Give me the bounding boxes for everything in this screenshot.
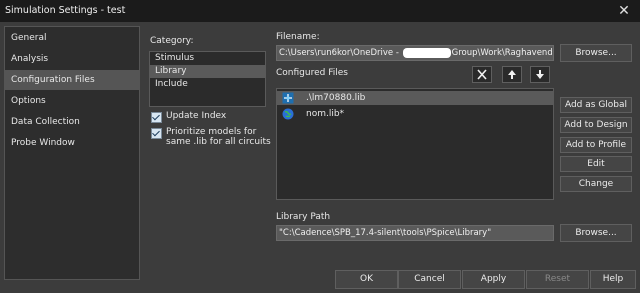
- edit-button[interactable]: Edit: [560, 156, 632, 172]
- list-item[interactable]: .\lm70880.lib: [277, 91, 553, 105]
- file-name: nom.lib*: [306, 109, 345, 119]
- delete-button[interactable]: [472, 66, 492, 83]
- update-index-checkbox[interactable]: [151, 112, 162, 123]
- nav-item-probe-window[interactable]: Probe Window: [5, 133, 139, 153]
- category-label: Category:: [150, 36, 194, 46]
- filename-label: Filename:: [276, 32, 320, 42]
- move-up-button[interactable]: [502, 66, 522, 83]
- local-lib-icon: [282, 92, 294, 104]
- add-to-design-button[interactable]: Add to Design: [560, 117, 632, 133]
- apply-button[interactable]: Apply: [462, 270, 525, 289]
- category-item-include[interactable]: Include: [150, 78, 265, 91]
- configured-files-list[interactable]: .\lm70880.lib nom.lib*: [276, 88, 554, 200]
- delete-icon: [477, 69, 487, 80]
- close-icon[interactable]: ✕: [608, 0, 640, 22]
- reset-button[interactable]: Reset: [526, 270, 589, 289]
- library-path-browse-button[interactable]: Browse...: [560, 224, 632, 242]
- nav-item-data-collection[interactable]: Data Collection: [5, 112, 139, 132]
- help-button[interactable]: Help: [590, 270, 636, 289]
- category-item-library[interactable]: Library: [150, 65, 265, 78]
- add-as-global-button[interactable]: Add as Global: [560, 97, 632, 113]
- nav-item-options[interactable]: Options: [5, 91, 139, 111]
- library-path-label: Library Path: [276, 212, 331, 222]
- settings-nav: General Analysis Configuration Files Opt…: [4, 26, 140, 280]
- move-down-button[interactable]: [530, 66, 550, 83]
- file-name: .\lm70880.lib: [306, 93, 366, 103]
- arrow-down-icon: [536, 70, 544, 79]
- change-button[interactable]: Change: [560, 176, 632, 192]
- add-to-profile-button[interactable]: Add to Profile: [560, 137, 632, 153]
- library-path-field[interactable]: "C:\Cadence\SPB_17.4-silent\tools\PSpice…: [276, 225, 554, 241]
- prioritize-checkbox[interactable]: [151, 128, 162, 139]
- filename-field[interactable]: C:\Users\run6kor\OneDrive - Group\Work\R…: [276, 45, 554, 61]
- arrow-up-icon: [508, 70, 516, 79]
- filename-value-start: C:\Users\run6kor\OneDrive -: [279, 48, 402, 58]
- update-index-row[interactable]: Update Index: [151, 111, 226, 123]
- ok-button[interactable]: OK: [335, 270, 398, 289]
- prioritize-row[interactable]: Prioritize models for same .lib for all …: [151, 127, 271, 147]
- redaction-mark: [402, 47, 451, 58]
- list-item[interactable]: nom.lib*: [277, 107, 553, 121]
- configured-files-label: Configured Files: [276, 68, 348, 78]
- filename-browse-button[interactable]: Browse...: [560, 44, 632, 62]
- title-bar: Simulation Settings - test ✕: [0, 0, 640, 22]
- window-title: Simulation Settings - test: [5, 5, 126, 16]
- category-item-stimulus[interactable]: Stimulus: [150, 52, 265, 65]
- category-list[interactable]: Stimulus Library Include: [149, 51, 266, 107]
- nav-item-configuration-files[interactable]: Configuration Files: [5, 70, 139, 90]
- nav-item-analysis[interactable]: Analysis: [5, 49, 139, 69]
- prioritize-label: Prioritize models for same .lib for all …: [166, 127, 271, 147]
- filename-value-end: Group\Work\Raghavendra_K_S\Ru: [451, 48, 554, 58]
- global-lib-icon: [282, 108, 294, 120]
- update-index-label: Update Index: [166, 111, 227, 121]
- cancel-button[interactable]: Cancel: [398, 270, 461, 289]
- nav-item-general[interactable]: General: [5, 28, 139, 48]
